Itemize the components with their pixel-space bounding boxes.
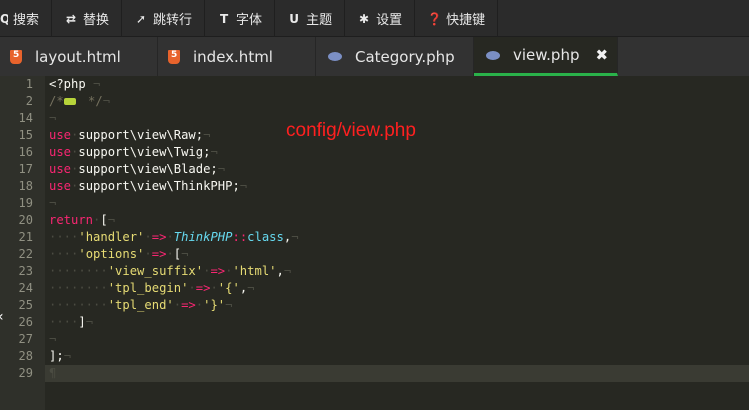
gear-icon: ✱ (359, 11, 370, 26)
tab-label: view.php (513, 46, 580, 64)
code-line: 29 ¶ (0, 365, 749, 382)
shortcuts-button[interactable]: ❓ 快捷键 (415, 0, 499, 37)
code-line: 27 ¬ (0, 331, 749, 348)
theme-button[interactable]: U 主题 (275, 0, 346, 37)
chevron-left-icon[interactable]: ‹ (0, 309, 4, 325)
line-number: 2 (25, 94, 33, 108)
tab-label: Category.php (355, 47, 455, 66)
tab-layout-html[interactable]: layout.html (0, 37, 158, 76)
close-icon[interactable]: ✖ (595, 46, 608, 64)
code-line: 22 ····'options'·=>·[¬ (0, 246, 749, 263)
line-number: 15 (18, 128, 33, 142)
line-text: use·support\view\Twig;¬ (49, 145, 218, 159)
replace-label: 替换 (83, 13, 110, 28)
tab-view-php[interactable]: view.php ✖ (474, 37, 618, 76)
line-text: ········'tpl_begin'·=>·'{',¬ (49, 281, 255, 295)
font-label: 字体 (236, 13, 263, 28)
line-number: 16 (18, 145, 33, 159)
code-line: 28 ];¬ (0, 348, 749, 365)
line-number: 28 (18, 349, 33, 363)
settings-button[interactable]: ✱ 设置 (345, 0, 416, 37)
html5-icon (168, 49, 180, 64)
goto-line-button[interactable]: ➚ 跳转行 (122, 0, 206, 37)
replace-button[interactable]: ⇄ 替换 (52, 0, 123, 37)
fold-marker[interactable] (64, 93, 76, 110)
code-line: 24 ········'tpl_begin'·=>·'{',¬ (0, 280, 749, 297)
line-number: 25 (18, 298, 33, 312)
line-number: 21 (18, 230, 33, 244)
tab-bar: layout.html index.html Category.php view… (0, 37, 749, 76)
file-path-annotation: config/view.php (286, 120, 416, 141)
theme-icon: U (289, 11, 299, 26)
code-line: 21 ····'handler'·=>·ThinkPHP::class,¬ (0, 229, 749, 246)
code-line: 26 ····]¬ (0, 314, 749, 331)
line-text: ····'options'·=>·[¬ (49, 247, 189, 261)
code-line: 16 use·support\view\Twig;¬ (0, 144, 749, 161)
code-line: 19 ¬ (0, 195, 749, 212)
goto-line-icon: ➚ (136, 11, 147, 26)
code-line: 17 use·support\view\Blade;¬ (0, 161, 749, 178)
line-number: 14 (18, 111, 33, 125)
font-icon: T (219, 11, 229, 26)
line-number: 23 (18, 264, 33, 278)
line-text: ········'view_suffix'·=>·'html',¬ (49, 264, 292, 278)
line-number: 19 (18, 196, 33, 210)
line-text: use·support\view\ThinkPHP;¬ (49, 179, 248, 193)
line-number: 17 (18, 162, 33, 176)
code-line: 18 use·support\view\ThinkPHP;¬ (0, 178, 749, 195)
code-line: 23 ········'view_suffix'·=>·'html',¬ (0, 263, 749, 280)
goto-line-label: 跳转行 (153, 13, 193, 28)
line-text: return·[¬ (49, 213, 116, 227)
search-icon: Q (0, 11, 8, 26)
line-number: 24 (18, 281, 33, 295)
line-text: ····]¬ (49, 315, 94, 329)
tab-index-html[interactable]: index.html (158, 37, 316, 76)
code-line: 2 /* */¬ (0, 93, 749, 110)
line-number: 22 (18, 247, 33, 261)
line-text: use·support\view\Raw;¬ (49, 128, 211, 142)
search-button[interactable]: Q 搜索 (0, 0, 53, 37)
tab-label: layout.html (35, 47, 121, 66)
line-text: /* (49, 94, 64, 108)
line-number: 29 (18, 366, 33, 380)
help-icon: ❓ (427, 11, 443, 26)
line-text: <?php (49, 77, 86, 91)
php-icon (328, 52, 342, 61)
shortcuts-label: 快捷键 (446, 13, 486, 28)
line-number: 26 (18, 315, 33, 329)
code-line: 1 <?php ¬ (0, 76, 749, 93)
line-text: ····'handler'·=>·ThinkPHP::class,¬ (49, 230, 299, 244)
line-number: 27 (18, 332, 33, 346)
tab-category-php[interactable]: Category.php (316, 37, 474, 76)
line-number: 18 (18, 179, 33, 193)
php-icon (486, 50, 500, 60)
replace-icon: ⇄ (65, 11, 77, 26)
line-text: ];¬ (49, 349, 72, 363)
code-line: 25 ········'tpl_end'·=>·'}'¬ (0, 297, 749, 314)
html5-icon (10, 49, 22, 64)
line-text: ········'tpl_end'·=>·'}'¬ (49, 298, 233, 312)
theme-label: 主题 (306, 13, 333, 28)
line-number: 20 (18, 213, 33, 227)
settings-label: 设置 (376, 13, 403, 28)
search-label: 搜索 (13, 13, 40, 28)
code-line: 20 return·[¬ (0, 212, 749, 229)
font-button[interactable]: T 字体 (205, 0, 276, 37)
line-text: use·support\view\Blade;¬ (49, 162, 226, 176)
line-number: 1 (25, 77, 33, 91)
toolbar: Q 搜索 ⇄ 替换 ➚ 跳转行 T 字体 U 主题 ✱ 设置 ❓ 快捷键 (0, 0, 749, 37)
tab-label: index.html (193, 47, 273, 66)
